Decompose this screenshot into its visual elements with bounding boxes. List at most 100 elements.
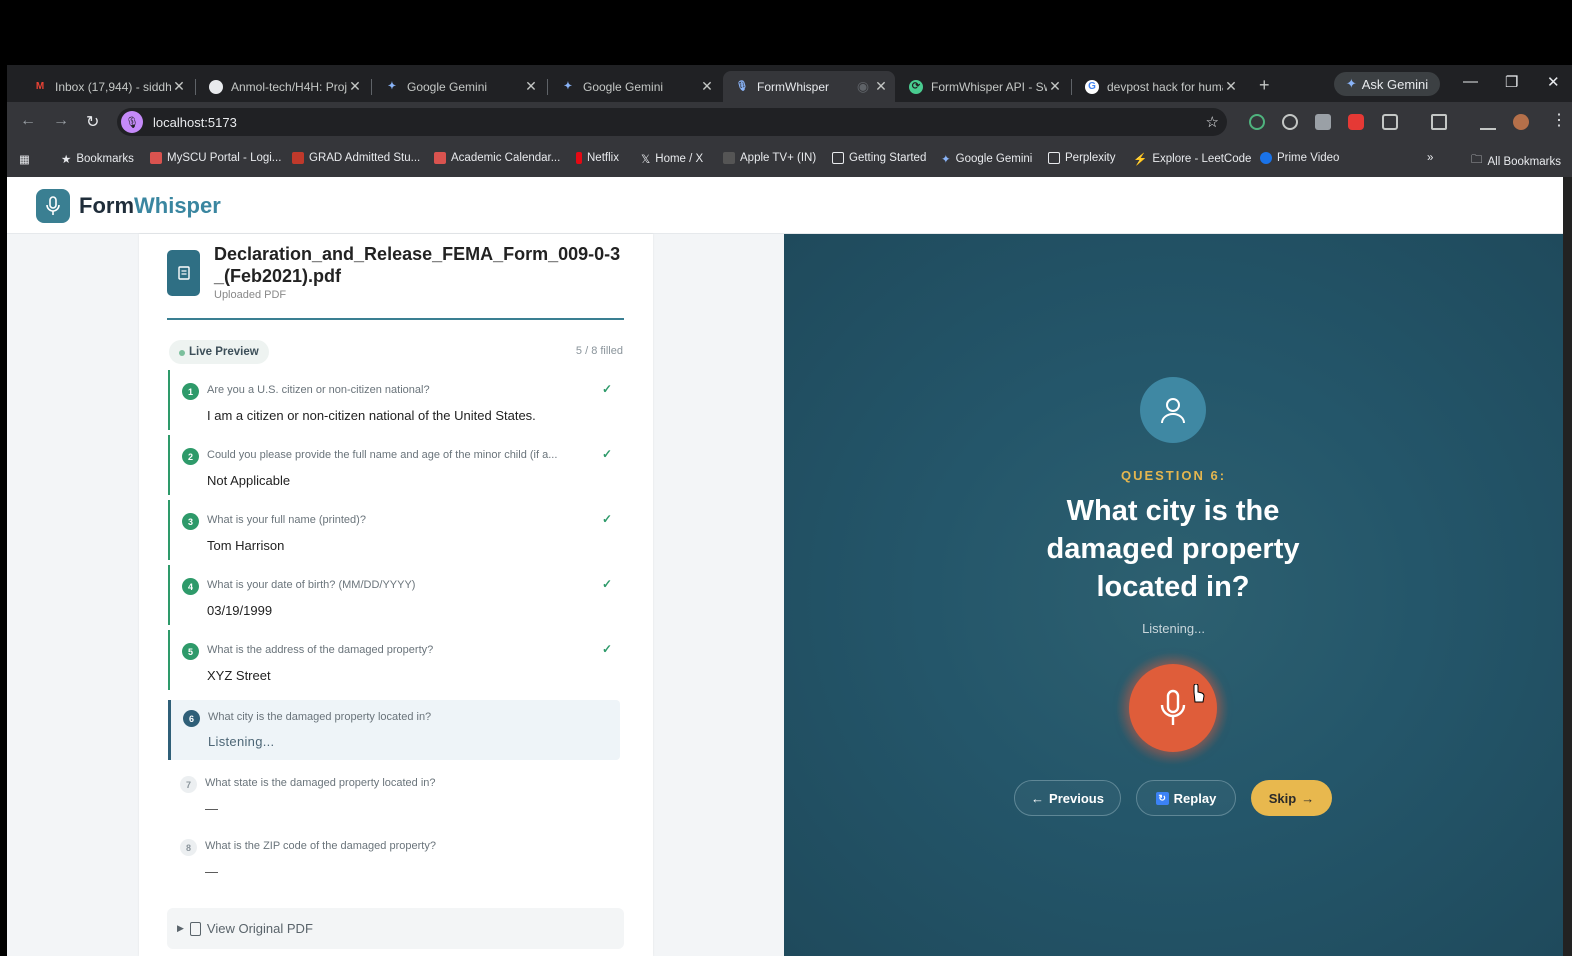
close-icon[interactable]: ✕ bbox=[699, 78, 715, 95]
tab-github[interactable]: Anmol-tech/H4H: Proj ✕ bbox=[197, 71, 369, 102]
replay-button[interactable]: ↻ Replay bbox=[1136, 780, 1236, 816]
tab-title: devpost hack for huma bbox=[1107, 79, 1223, 94]
question-item[interactable]: 8 What is the ZIP code of the damaged pr… bbox=[168, 826, 622, 886]
previous-button[interactable]: ← Previous bbox=[1014, 780, 1121, 816]
gemini-icon: ✦ bbox=[387, 81, 397, 92]
bookmark-item[interactable]: 𝕏 Home / X bbox=[641, 152, 703, 166]
scu-icon bbox=[150, 152, 162, 164]
question-item[interactable]: 7 What state is the damaged property loc… bbox=[168, 763, 622, 823]
question-text: What is your full name (printed)? bbox=[207, 514, 366, 526]
github-icon bbox=[209, 79, 223, 94]
adblock-icon[interactable] bbox=[1348, 114, 1364, 130]
question-item[interactable]: 5 What is the address of the damaged pro… bbox=[168, 630, 622, 690]
app-header: FormWhisper bbox=[7, 177, 1563, 234]
tab-formwhisper[interactable]: 🎙 FormWhisper ◉ ✕ bbox=[723, 71, 895, 102]
listening-text: Listening... bbox=[208, 734, 275, 749]
new-tab-button[interactable]: + bbox=[1259, 75, 1270, 96]
answer-text: — bbox=[205, 864, 218, 879]
all-bookmarks[interactable]: 🗀 All Bookmarks bbox=[1471, 152, 1561, 171]
question-label: QUESTION 6: bbox=[1120, 468, 1227, 483]
bookmark-item[interactable]: ★ Bookmarks bbox=[61, 152, 134, 166]
close-icon[interactable]: ✕ bbox=[523, 78, 539, 95]
bookmark-label: Perplexity bbox=[1065, 152, 1116, 164]
back-icon[interactable]: ← bbox=[20, 112, 36, 130]
url-text: localhost:5173 bbox=[153, 114, 237, 130]
download-icon[interactable] bbox=[1480, 114, 1496, 130]
extension-record-icon[interactable] bbox=[1282, 114, 1298, 130]
tab-gemini-1[interactable]: ✦ Google Gemini ✕ bbox=[373, 71, 545, 102]
question-text: What state is the damaged property locat… bbox=[205, 777, 436, 789]
brand-form: Form bbox=[79, 193, 134, 218]
more-bookmarks-icon[interactable]: » bbox=[1427, 152, 1433, 164]
question-item[interactable]: 2 Could you please provide the full name… bbox=[168, 435, 622, 495]
brand-name: FormWhisper bbox=[79, 193, 221, 219]
tab-title: Google Gemini bbox=[407, 79, 488, 94]
tab-gmail[interactable]: M Inbox (17,944) - siddha ✕ bbox=[21, 71, 193, 102]
question-item[interactable]: 3 What is your full name (printed)? Tom … bbox=[168, 500, 622, 560]
minimize-icon[interactable]: — bbox=[1463, 73, 1478, 90]
close-icon[interactable]: ✕ bbox=[1223, 78, 1239, 95]
grammarly-icon[interactable] bbox=[1249, 114, 1265, 130]
tab-title: Anmol-tech/H4H: Proj bbox=[231, 79, 347, 94]
close-icon[interactable]: ✕ bbox=[347, 78, 363, 95]
bookmark-label: Explore - LeetCode bbox=[1152, 153, 1252, 165]
question-item-current[interactable]: 6 What city is the damaged property loca… bbox=[168, 700, 620, 760]
bookmark-star-icon[interactable]: ☆ bbox=[1206, 113, 1219, 131]
bookmark-item[interactable]: Academic Calendar... bbox=[434, 152, 560, 164]
bookmark-item[interactable]: MySCU Portal - Logi... bbox=[150, 152, 281, 164]
bookmark-item[interactable]: ⚡ Explore - LeetCode bbox=[1133, 152, 1251, 166]
close-icon[interactable]: ✕ bbox=[171, 78, 187, 95]
question-number: 4 bbox=[182, 578, 199, 595]
tab-swagger[interactable]: ⟳ FormWhisper API - Sw ✕ bbox=[897, 71, 1069, 102]
question-item[interactable]: 4 What is your date of birth? (MM/DD/YYY… bbox=[168, 565, 622, 625]
folder-icon: 🗀 bbox=[1471, 154, 1483, 166]
tab-google[interactable]: G devpost hack for huma ✕ bbox=[1073, 71, 1245, 102]
bookmark-item[interactable]: Apple TV+ (IN) bbox=[723, 152, 816, 164]
bookmark-item[interactable]: Perplexity bbox=[1048, 152, 1116, 164]
menu-icon[interactable]: ⋮ bbox=[1551, 110, 1567, 130]
bookmark-item[interactable]: Prime Video bbox=[1260, 152, 1339, 164]
tab-title: FormWhisper API - Sw bbox=[931, 79, 1047, 94]
filled-count: 5 / 8 filled bbox=[575, 345, 623, 357]
skip-button[interactable]: Skip → bbox=[1251, 780, 1332, 816]
reload-icon[interactable]: ↻ bbox=[86, 112, 99, 132]
question-number: 8 bbox=[180, 839, 197, 856]
close-icon[interactable]: ✕ bbox=[873, 78, 889, 95]
question-item[interactable]: 1 Are you a U.S. citizen or non-citizen … bbox=[168, 370, 622, 430]
microphone-icon bbox=[1160, 689, 1186, 725]
forward-icon[interactable]: → bbox=[53, 112, 69, 130]
bookmark-item[interactable]: Netflix bbox=[576, 152, 619, 164]
bookmark-item[interactable]: Getting Started bbox=[832, 152, 926, 164]
bookmark-label: Prime Video bbox=[1277, 152, 1340, 164]
answer-text: I am a citizen or non-citizen national o… bbox=[207, 408, 536, 423]
ask-gemini-button[interactable]: ✦ Ask Gemini bbox=[1334, 72, 1440, 96]
address-bar[interactable]: 🎙 localhost:5173 ☆ bbox=[117, 108, 1227, 136]
tab-gemini-2[interactable]: ✦ Google Gemini ✕ bbox=[549, 71, 721, 102]
bookmark-label: Apple TV+ (IN) bbox=[740, 152, 817, 164]
restore-icon[interactable]: ❐ bbox=[1505, 73, 1518, 91]
apps-icon[interactable]: ▦ bbox=[19, 152, 30, 166]
listening-status: Listening... bbox=[1142, 621, 1205, 636]
view-original-pdf[interactable]: ▶ View Original PDF bbox=[167, 908, 624, 949]
close-icon[interactable]: ✕ bbox=[1047, 78, 1063, 95]
question-number: 5 bbox=[182, 643, 199, 660]
close-window-icon[interactable]: ✕ bbox=[1547, 73, 1560, 91]
check-icon: ✓ bbox=[601, 577, 612, 591]
extension-icon[interactable] bbox=[1315, 114, 1331, 130]
gemini-icon: ✦ bbox=[563, 81, 573, 92]
question-text: What is the address of the damaged prope… bbox=[207, 644, 434, 656]
bookmark-item[interactable]: GRAD Admitted Stu... bbox=[292, 152, 420, 164]
bookmark-label: GRAD Admitted Stu... bbox=[309, 152, 421, 164]
puzzle-icon[interactable] bbox=[1382, 114, 1398, 130]
question-text: What is your date of birth? (MM/DD/YYYY) bbox=[207, 579, 416, 591]
check-icon: ✓ bbox=[601, 382, 612, 396]
browser-chrome: M Inbox (17,944) - siddha ✕ Anmol-tech/H… bbox=[7, 65, 1572, 177]
bookmark-item[interactable]: ✦ Google Gemini bbox=[941, 152, 1032, 166]
scrollbar[interactable] bbox=[1563, 177, 1572, 956]
mic-button[interactable] bbox=[1129, 664, 1217, 752]
tab-separator bbox=[1071, 79, 1072, 95]
document-subtitle: Uploaded PDF bbox=[214, 289, 287, 301]
ask-gemini-label: Ask Gemini bbox=[1361, 76, 1429, 92]
tab-search-icon[interactable] bbox=[1431, 114, 1447, 130]
avatar[interactable] bbox=[1513, 114, 1529, 130]
